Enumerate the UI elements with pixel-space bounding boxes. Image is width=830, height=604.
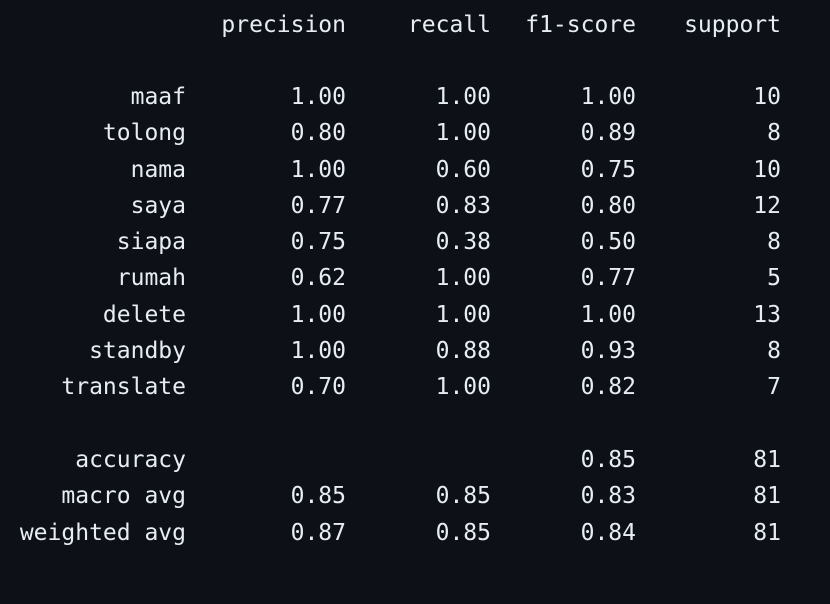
row-precision: 1.00	[290, 84, 346, 110]
row-support: 81	[753, 483, 781, 509]
row-f1: 0.80	[580, 193, 636, 219]
row-label: delete	[102, 302, 186, 328]
row-label: rumah	[116, 265, 186, 291]
row-label: saya	[130, 193, 186, 219]
row-f1: 0.84	[580, 520, 636, 546]
row-f1: 1.00	[580, 302, 636, 328]
row-label: nama	[130, 157, 186, 183]
row-f1: 0.85	[580, 447, 636, 473]
header-f1-score: f1-score	[525, 12, 636, 38]
row-f1: 0.75	[580, 157, 636, 183]
row-support: 13	[753, 302, 781, 328]
table-row: tolong 0.80 1.00 0.89 8	[0, 115, 830, 151]
table-row: saya 0.77 0.83 0.80 12	[0, 188, 830, 224]
row-support: 10	[753, 84, 781, 110]
row-label: accuracy	[75, 447, 186, 473]
row-recall: 0.38	[435, 229, 491, 255]
row-recall: 1.00	[435, 265, 491, 291]
row-precision: 0.75	[290, 229, 346, 255]
row-recall: 0.60	[435, 157, 491, 183]
row-label: tolong	[102, 120, 186, 146]
row-support: 8	[767, 338, 781, 364]
row-recall: 1.00	[435, 374, 491, 400]
row-recall: 0.88	[435, 338, 491, 364]
summary-row: macro avg 0.85 0.85 0.83 81	[0, 478, 830, 514]
row-label: maaf	[130, 84, 186, 110]
row-f1: 0.77	[580, 265, 636, 291]
row-support: 81	[753, 520, 781, 546]
header-support: support	[684, 12, 781, 38]
row-precision: 0.85	[290, 483, 346, 509]
header-row: precision recall f1-score support	[0, 7, 830, 43]
row-support: 81	[753, 447, 781, 473]
row-precision: 0.77	[290, 193, 346, 219]
row-recall: 0.85	[435, 483, 491, 509]
row-precision: 0.70	[290, 374, 346, 400]
table-row: maaf 1.00 1.00 1.00 10	[0, 79, 830, 115]
summary-row: weighted avg 0.87 0.85 0.84 81	[0, 515, 830, 551]
summary-row: accuracy 0.85 81	[0, 442, 830, 478]
table-row: nama 1.00 0.60 0.75 10	[0, 152, 830, 188]
row-label: translate	[61, 374, 186, 400]
row-f1: 1.00	[580, 84, 636, 110]
row-support: 8	[767, 120, 781, 146]
table-row: translate 0.70 1.00 0.82 7	[0, 369, 830, 405]
row-recall: 1.00	[435, 120, 491, 146]
header-precision: precision	[221, 12, 346, 38]
row-f1: 0.50	[580, 229, 636, 255]
row-support: 8	[767, 229, 781, 255]
row-precision: 1.00	[290, 157, 346, 183]
table-row: rumah 0.62 1.00 0.77 5	[0, 260, 830, 296]
row-f1: 0.89	[580, 120, 636, 146]
table-row: siapa 0.75 0.38 0.50 8	[0, 224, 830, 260]
row-label: macro avg	[61, 483, 186, 509]
row-label: weighted avg	[19, 520, 186, 546]
row-precision: 0.62	[290, 265, 346, 291]
row-precision: 0.80	[290, 120, 346, 146]
table-row: delete 1.00 1.00 1.00 13	[0, 297, 830, 333]
header-recall: recall	[407, 12, 491, 38]
row-recall: 1.00	[435, 84, 491, 110]
table-row: standby 1.00 0.88 0.93 8	[0, 333, 830, 369]
row-precision: 1.00	[290, 338, 346, 364]
classification-report-output: precision recall f1-score support maaf 1…	[0, 0, 830, 604]
row-f1: 0.82	[580, 374, 636, 400]
row-precision: 1.00	[290, 302, 346, 328]
row-support: 5	[767, 265, 781, 291]
row-label: siapa	[116, 229, 186, 255]
row-support: 12	[753, 193, 781, 219]
row-f1: 0.83	[580, 483, 636, 509]
row-f1: 0.93	[580, 338, 636, 364]
row-recall: 1.00	[435, 302, 491, 328]
row-label: standby	[89, 338, 186, 364]
row-precision: 0.87	[290, 520, 346, 546]
row-support: 7	[767, 374, 781, 400]
row-support: 10	[753, 157, 781, 183]
row-recall: 0.83	[435, 193, 491, 219]
row-recall: 0.85	[435, 520, 491, 546]
